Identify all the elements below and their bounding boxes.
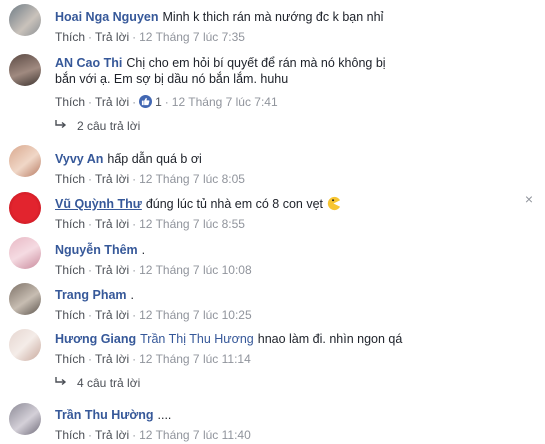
avatar[interactable]	[9, 329, 41, 361]
avatar[interactable]	[9, 192, 41, 224]
comment-author[interactable]: Vyvy An	[55, 152, 103, 166]
like-link[interactable]: Thích	[55, 263, 85, 277]
like-link[interactable]: Thích	[55, 95, 85, 109]
comment-timestamp[interactable]: 12 Tháng 7 lúc 7:41	[172, 95, 278, 109]
comment-author[interactable]: Vũ Quỳnh Thư	[55, 197, 142, 211]
comment-author[interactable]: Nguyễn Thêm	[55, 243, 138, 257]
like-count[interactable]: 1	[155, 95, 162, 109]
comment-text: ....	[157, 408, 172, 422]
avatar[interactable]	[9, 237, 41, 269]
replies-count: 4 câu trả lời	[77, 376, 141, 390]
reply-link[interactable]: Trả lời	[95, 428, 129, 442]
comment-text: hấp dẫn quá b ơi	[107, 152, 202, 166]
comment-author[interactable]: Hoai Nga Nguyen	[55, 10, 159, 24]
comment-actions: Thích · Trả lời · 12 Tháng 7 lúc 7:35	[55, 30, 245, 44]
like-link[interactable]: Thích	[55, 352, 85, 366]
comment-actions: Thích · Trả lời · 12 Tháng 7 lúc 11:14	[55, 352, 251, 366]
comment-actions: Thích · Trả lời · 12 Tháng 7 lúc 8:55	[55, 217, 245, 231]
comment-text: .	[130, 288, 135, 302]
reply-link[interactable]: Trả lời	[95, 30, 129, 44]
comment-actions: Thích · Trả lời · 12 Tháng 7 lúc 10:25	[55, 308, 252, 322]
reply-arrow-icon	[55, 375, 67, 391]
comment-author[interactable]: Hương Giang	[55, 332, 136, 346]
comment-text: .	[141, 243, 146, 257]
comment-actions: Thích · Trả lời · 12 Tháng 7 lúc 11:40	[55, 428, 251, 442]
avatar[interactable]	[9, 4, 41, 36]
avatar[interactable]	[9, 403, 41, 435]
reply-link[interactable]: Trả lời	[95, 308, 129, 322]
like-link[interactable]: Thích	[55, 217, 85, 231]
comment-text: Minh k thich rán mà nướng đc k bạn nhỉ	[162, 10, 384, 24]
reply-link[interactable]: Trả lời	[95, 263, 129, 277]
like-link[interactable]: Thích	[55, 172, 85, 186]
comment-timestamp[interactable]: 12 Tháng 7 lúc 7:35	[139, 30, 245, 44]
comment-thread: Hoai Nga Nguyen Minh k thich rán mà nướng…	[0, 0, 545, 444]
comment-actions: Thích · Trả lời · 1 · 12 Tháng 7 lúc 7:41	[55, 95, 278, 109]
comment-timestamp[interactable]: 12 Tháng 7 lúc 8:55	[139, 217, 245, 231]
comment-mention[interactable]: Trần Thị Thu Hương	[140, 332, 254, 346]
like-icon	[139, 95, 153, 108]
comment-text: đúng lúc tủ nhà em có 8 con vẹt	[145, 197, 324, 211]
comment-text: hnao làm đi. nhìn ngon qá	[257, 332, 403, 346]
like-link[interactable]: Thích	[55, 308, 85, 322]
close-icon[interactable]: ×	[525, 192, 533, 206]
pacman-emoji-icon	[326, 196, 341, 211]
comment-author[interactable]: AN Cao Thi	[55, 56, 122, 70]
comment-timestamp[interactable]: 12 Tháng 7 lúc 10:08	[139, 263, 252, 277]
reply-link[interactable]: Trả lời	[95, 172, 129, 186]
comment-timestamp[interactable]: 12 Tháng 7 lúc 11:40	[139, 428, 251, 442]
avatar[interactable]	[9, 283, 41, 315]
comment-timestamp[interactable]: 12 Tháng 7 lúc 8:05	[139, 172, 245, 186]
reply-link[interactable]: Trả lời	[95, 95, 129, 109]
comment-actions: Thích · Trả lời · 12 Tháng 7 lúc 10:08	[55, 263, 252, 277]
comment-timestamp[interactable]: 12 Tháng 7 lúc 11:14	[139, 352, 251, 366]
avatar[interactable]	[9, 145, 41, 177]
comment-author[interactable]: Trang Pham	[55, 288, 127, 302]
view-replies-link[interactable]: 4 câu trả lời	[55, 375, 140, 391]
reply-link[interactable]: Trả lời	[95, 352, 129, 366]
like-link[interactable]: Thích	[55, 428, 85, 442]
view-replies-link[interactable]: 2 câu trả lời	[55, 118, 140, 134]
avatar[interactable]	[9, 54, 41, 86]
reply-arrow-icon	[55, 118, 67, 134]
like-link[interactable]: Thích	[55, 30, 85, 44]
comment-author[interactable]: Trần Thu Hường	[55, 408, 154, 422]
replies-count: 2 câu trả lời	[77, 119, 141, 133]
comment-timestamp[interactable]: 12 Tháng 7 lúc 10:25	[139, 308, 252, 322]
reply-link[interactable]: Trả lời	[95, 217, 129, 231]
comment-actions: Thích · Trả lời · 12 Tháng 7 lúc 8:05	[55, 172, 245, 186]
